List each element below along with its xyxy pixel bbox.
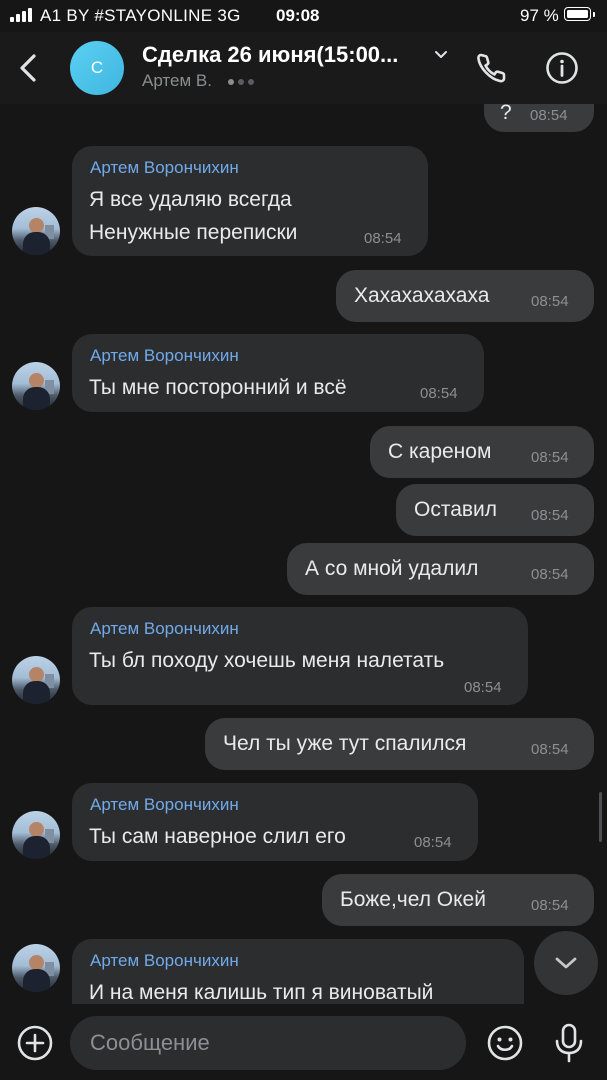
clock: 09:08: [276, 6, 320, 25]
carrier-label: A1 BY #STAYONLINE 3G: [40, 6, 241, 25]
chevron-down-icon: [555, 957, 577, 969]
emoji-button[interactable]: [484, 1022, 526, 1064]
battery-icon: [564, 7, 595, 21]
outgoing-message[interactable]: С кареном 08:54: [370, 426, 594, 478]
chevron-left-icon: [20, 54, 36, 82]
message-text: А со мной удалил: [305, 557, 479, 580]
sender-name[interactable]: Артем Ворончихин: [90, 346, 239, 366]
smile-icon: [487, 1025, 523, 1061]
message-time: 08:54: [420, 385, 458, 402]
message-text: Ненужные переписки: [89, 221, 298, 244]
avatar[interactable]: [12, 362, 60, 410]
incoming-message[interactable]: Артем Ворончихин Ты мне посторонний и вс…: [72, 334, 484, 412]
message-text: Ты сам наверное слил его: [89, 825, 346, 848]
message-time: 08:54: [414, 834, 452, 851]
message-text: ?: [500, 104, 512, 124]
message-time: 08:54: [531, 897, 569, 914]
avatar[interactable]: [12, 207, 60, 255]
status-bar: A1 BY #STAYONLINE 3G 09:08 97 %: [0, 0, 607, 32]
message-time: 08:54: [464, 679, 502, 696]
sender-name[interactable]: Артем Ворончихин: [90, 795, 239, 815]
outgoing-message[interactable]: Хахахахахаха 08:54: [336, 270, 594, 322]
call-button[interactable]: [470, 46, 514, 90]
chevron-down-icon[interactable]: [432, 46, 450, 64]
plus-circle-icon: [17, 1025, 53, 1061]
outgoing-message[interactable]: ? 08:54: [484, 104, 594, 132]
back-button[interactable]: [14, 48, 44, 88]
message-composer: [0, 1004, 607, 1080]
outgoing-message[interactable]: А со мной удалил 08:54: [287, 543, 594, 595]
message-list[interactable]: ? 08:54 Артем Ворончихин Я все удаляю вс…: [0, 104, 607, 1004]
message-time: 08:54: [531, 293, 569, 310]
avatar[interactable]: [12, 944, 60, 992]
sender-name[interactable]: Артем Ворончихин: [90, 158, 239, 178]
attach-button[interactable]: [14, 1022, 56, 1064]
phone-icon: [477, 53, 506, 83]
message-text: Я все удаляю всегда: [89, 188, 292, 211]
chat-header: С Сделка 26 июня(15:00... Артем В.: [0, 32, 607, 104]
message-text: Хахахахахаха: [354, 284, 490, 307]
incoming-message[interactable]: Артем Ворончихин Я все удаляю всегда Нен…: [72, 146, 428, 256]
message-time: 08:54: [531, 507, 569, 524]
incoming-message[interactable]: Артем Ворончихин И на меня калишь тип я …: [72, 939, 524, 1004]
message-text: Ты мне посторонний и всё: [89, 376, 347, 399]
message-time: 08:54: [531, 449, 569, 466]
avatar[interactable]: [12, 811, 60, 859]
outgoing-message[interactable]: Оставил 08:54: [396, 484, 594, 536]
scrollbar[interactable]: [599, 792, 602, 842]
scroll-to-bottom-button[interactable]: [534, 931, 598, 995]
chat-subtitle: Артем В.: [142, 71, 212, 90]
incoming-message[interactable]: Артем Ворончихин Ты бл походу хочешь мен…: [72, 607, 528, 705]
message-text: Чел ты уже тут спалился: [223, 732, 467, 755]
message-text: С кареном: [388, 440, 492, 463]
message-time: 08:54: [531, 566, 569, 583]
message-input[interactable]: [70, 1016, 466, 1070]
avatar[interactable]: [12, 656, 60, 704]
signal-strength-icon: [10, 8, 32, 22]
message-time: 08:54: [530, 107, 568, 124]
message-text: Оставил: [414, 498, 498, 521]
incoming-message[interactable]: Артем Ворончихин Ты сам наверное слил ег…: [72, 783, 478, 861]
sender-name[interactable]: Артем Ворончихин: [90, 619, 239, 639]
message-text: И на меня калишь тип я виноватый: [89, 981, 434, 1004]
battery-percent: 97 %: [520, 6, 559, 25]
chat-info-button[interactable]: [540, 46, 584, 90]
chat-title[interactable]: Сделка 26 июня(15:00...: [142, 42, 398, 68]
typing-indicator-icon: [228, 79, 254, 85]
voice-message-button[interactable]: [548, 1020, 590, 1066]
outgoing-message[interactable]: Чел ты уже тут спалился 08:54: [205, 718, 594, 770]
message-text: Боже,чел Окей: [340, 888, 486, 911]
chat-avatar[interactable]: С: [70, 41, 124, 95]
info-icon: [546, 52, 578, 84]
microphone-icon: [555, 1023, 583, 1063]
sender-name[interactable]: Артем Ворончихин: [90, 951, 239, 971]
message-time: 08:54: [531, 741, 569, 758]
outgoing-message[interactable]: Боже,чел Окей 08:54: [322, 874, 594, 926]
message-time: 08:54: [364, 230, 402, 247]
message-text: Ты бл походу хочешь меня налетать: [89, 649, 445, 672]
